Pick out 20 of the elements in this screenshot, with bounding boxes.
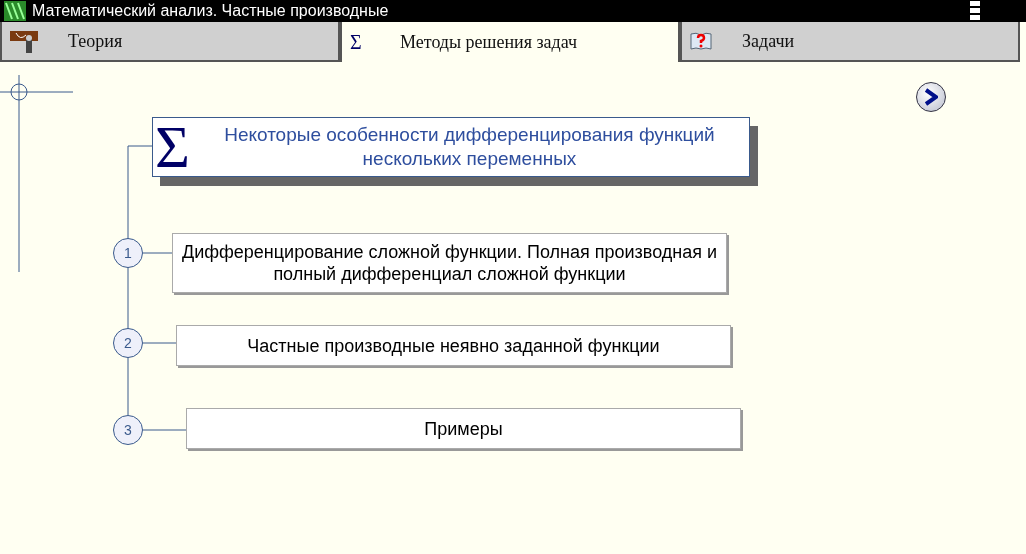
topic-button[interactable]: Частные производные неявно заданной функции bbox=[176, 325, 731, 366]
topic-number: 1 bbox=[113, 238, 143, 268]
menu-icon[interactable] bbox=[970, 1, 980, 21]
topic-number: 3 bbox=[113, 415, 143, 445]
sigma-icon: Σ bbox=[155, 117, 190, 177]
topic-button[interactable]: Дифференцирование сложной функции. Полная производная и полный дифференциал сложной функции bbox=[172, 233, 727, 293]
sigma-icon: Σ bbox=[350, 30, 370, 54]
teacher-icon bbox=[10, 29, 38, 53]
chevron-right-icon bbox=[924, 88, 938, 106]
book-question-icon bbox=[690, 31, 712, 51]
tab[interactable]: Задачи bbox=[680, 22, 1020, 62]
topic-number: 2 bbox=[113, 328, 143, 358]
tab[interactable]: Теория bbox=[0, 22, 340, 62]
app-logo-icon bbox=[4, 1, 26, 21]
tab[interactable]: Σ Методы решения задач bbox=[340, 22, 680, 62]
header-title: Некоторые особенности дифференцирования функций нескольких переменных bbox=[223, 123, 716, 171]
connector-line bbox=[142, 429, 187, 431]
next-button[interactable] bbox=[916, 82, 946, 112]
topic-button[interactable]: Примеры bbox=[186, 408, 741, 449]
window-title: Математический анализ. Частные производные bbox=[32, 2, 390, 20]
